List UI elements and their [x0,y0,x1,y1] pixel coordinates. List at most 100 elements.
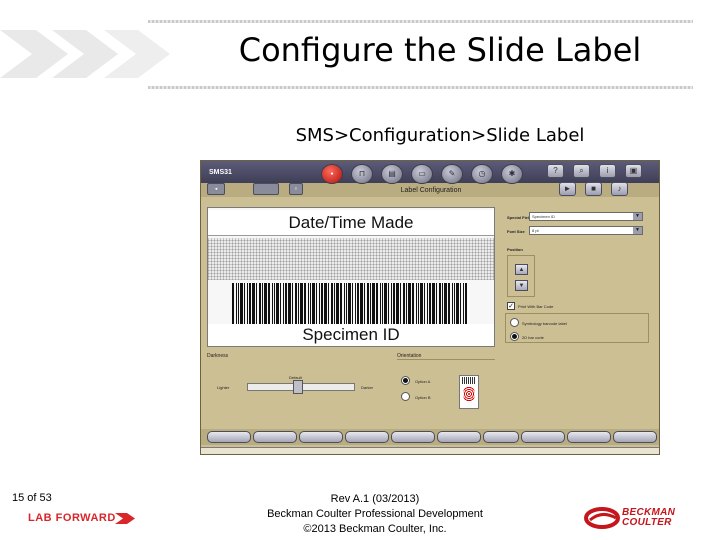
barcode-bar [448,283,450,325]
back-button[interactable]: ◄ [207,183,225,195]
barcode-bar [247,283,248,325]
chevron-down-icon[interactable]: ▼ [633,227,642,234]
barcode-bar [418,283,419,325]
barcode-bar [236,283,237,325]
darkness-slider-thumb[interactable] [293,380,303,394]
barcode-bar [238,283,239,325]
barcode-bar [367,283,369,325]
symbology-radio[interactable] [510,318,519,327]
help-icon[interactable]: ? [547,164,564,178]
barcode-bar [252,283,255,325]
position-down-button[interactable]: ▼ [515,280,528,291]
tube-icon[interactable]: ⊓ [351,164,373,184]
barcode-bar [388,283,389,325]
back-arrow-icon: ◄ [214,186,218,191]
chevron-down-icon[interactable]: ▼ [633,213,642,220]
wrench-icon[interactable]: ✎ [441,164,463,184]
barcode-bar [336,283,339,325]
app-status-bar [201,447,659,454]
barcode-bar [427,283,428,325]
barcode-graphic [232,283,467,325]
orientation-group [397,359,495,415]
barcode-bar [376,283,378,325]
barcode-bar [400,283,401,325]
darkness-section-label: Darkness [207,353,229,359]
print-barcode-checkbox[interactable]: ✓ [507,302,515,310]
header-rule-top [148,20,693,23]
barcode-bar [408,283,411,325]
stop-icon[interactable]: ■ [585,182,602,196]
bottom-button-2[interactable] [253,431,297,443]
barcode-bar [288,283,291,325]
barcode-bar [304,283,306,325]
barcode-bar [262,283,263,325]
barcode-bar [432,283,435,325]
print-icon[interactable]: ▤ [381,164,403,184]
barcode-bar [280,283,281,325]
play-icon[interactable]: ► [559,182,576,196]
barcode-bar [396,283,399,325]
barcode-bar [316,283,317,325]
bottom-button-8[interactable] [521,431,565,443]
barcode-bar [274,283,275,325]
bottom-button-5[interactable] [391,431,435,443]
lab-forward-logo: LAB FORWARD [28,512,116,524]
barcode-bar [328,283,329,325]
record-icon[interactable]: ● [321,164,343,184]
bottom-button-10[interactable] [613,431,657,443]
barcode-bar [382,283,383,325]
special-field-select[interactable]: Specimen ID ▼ [529,212,643,221]
barcode-bar [276,283,279,325]
label-top-field[interactable]: Date/Time Made [208,210,494,236]
barcode-bar [416,283,417,325]
barcode-bar [232,283,234,325]
2d-barcode-label: 2D bar code [522,335,544,340]
barcode-bar [460,283,461,325]
logo-text-coulter: COULTER [622,517,672,528]
home-button[interactable] [253,183,279,195]
barcode-bar [393,283,395,325]
clock-icon[interactable]: ◷ [471,164,493,184]
2d-barcode-radio[interactable] [510,332,519,341]
barcode-bar [334,283,335,325]
barcode-bar [272,283,273,325]
barcode-bar [352,283,353,325]
search-icon[interactable]: ⌕ [573,164,590,178]
barcode-bar [264,283,267,325]
barcode-bar [321,283,323,325]
darkness-darker-label: Darker [361,385,374,390]
bottom-button-4[interactable] [345,431,389,443]
footer-copyright: ©2013 Beckman Coulter, Inc. [303,523,447,535]
font-size-select[interactable]: 8 pt ▼ [529,226,643,235]
barcode-bar [312,283,315,325]
orientation-option-a-label: Option A [415,379,431,384]
slide-icon[interactable]: ▭ [411,164,433,184]
barcode-bar [285,283,287,325]
bottom-button-7[interactable] [483,431,519,443]
sound-icon[interactable]: ♪ [611,182,628,196]
bottom-button-6[interactable] [437,431,481,443]
label-bottom-field[interactable]: Specimen ID [208,324,494,346]
barcode-bar [348,283,351,325]
barcode-bar [256,283,257,325]
barcode-bar [403,283,405,325]
barcode-bar [364,283,365,325]
bottom-button-1[interactable] [207,431,251,443]
label-grid-area [208,238,494,280]
barcode-bar [300,283,303,325]
position-label: Position [507,247,523,252]
orientation-option-b-radio[interactable] [401,392,410,401]
orientation-option-a-radio[interactable] [401,376,410,385]
barcode-bar [292,283,293,325]
barcode-bar [391,283,392,325]
bottom-button-9[interactable] [567,431,611,443]
barcode-bar [463,283,464,325]
barcode-bar [331,283,333,325]
position-up-button[interactable]: ▲ [515,264,528,275]
lock-icon[interactable]: ▣ [625,164,642,178]
info-icon[interactable]: i [599,164,616,178]
bottom-button-3[interactable] [299,431,343,443]
gear-icon[interactable]: ✱ [501,164,523,184]
settings-button[interactable]: ≡ [289,183,303,195]
barcode-type-group: Symbology barcode label 2D bar code [505,313,649,343]
